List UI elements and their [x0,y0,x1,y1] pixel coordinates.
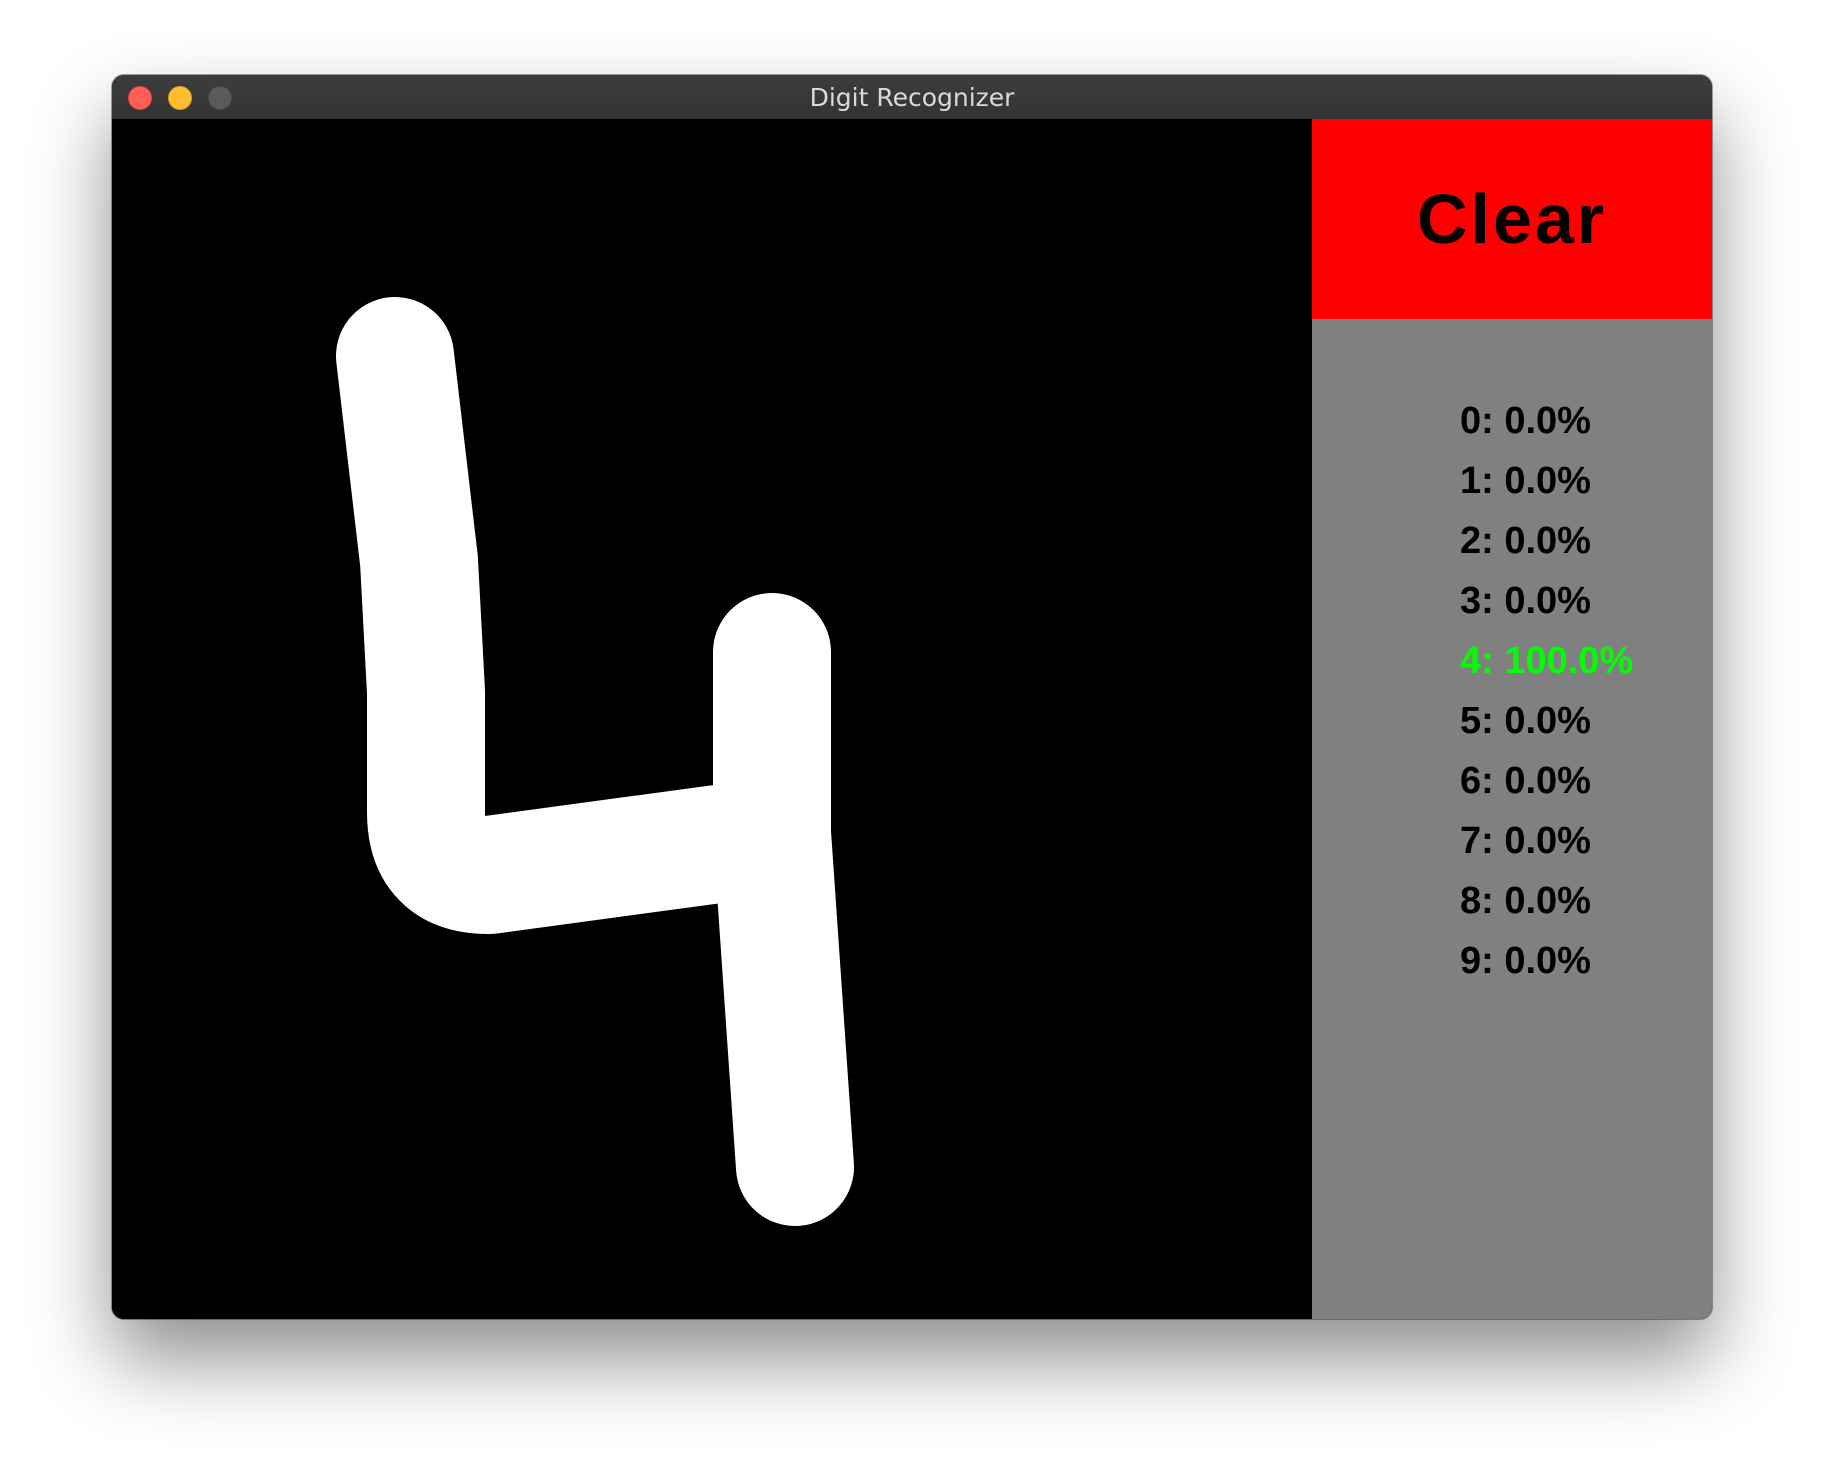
prediction-item-4: 4: 100.0% [1460,640,1634,682]
prediction-list: 0: 0.0% 1: 0.0% 2: 0.0% 3: 0.0% 4: 100.0… [1460,391,1633,991]
prediction-item-9: 9: 0.0% [1460,940,1591,982]
sidebar: Clear 0: 0.0% 1: 0.0% 2: 0.0% 3: 0.0% 4:… [1312,119,1712,1319]
prediction-item-0: 0: 0.0% [1460,400,1591,442]
clear-button[interactable]: Clear [1312,119,1712,319]
prediction-item-6: 6: 0.0% [1460,760,1591,802]
window-title: Digit Recognizer [809,83,1015,112]
prediction-item-8: 8: 0.0% [1460,880,1591,922]
prediction-item-2: 2: 0.0% [1460,520,1591,562]
prediction-item-3: 3: 0.0% [1460,580,1591,622]
digit-stroke-left [336,297,777,934]
prediction-item-5: 5: 0.0% [1460,700,1591,742]
digit-drawing [336,297,854,1226]
digit-stroke-right [713,593,854,1226]
app-window: Digit Recognizer Clear 0: 0.0% 1: 0.0% 2… [112,75,1712,1319]
drawing-canvas[interactable] [112,119,1312,1319]
prediction-item-1: 1: 0.0% [1460,460,1591,502]
title-bar[interactable]: Digit Recognizer [112,75,1712,120]
prediction-item-7: 7: 0.0% [1460,820,1591,862]
